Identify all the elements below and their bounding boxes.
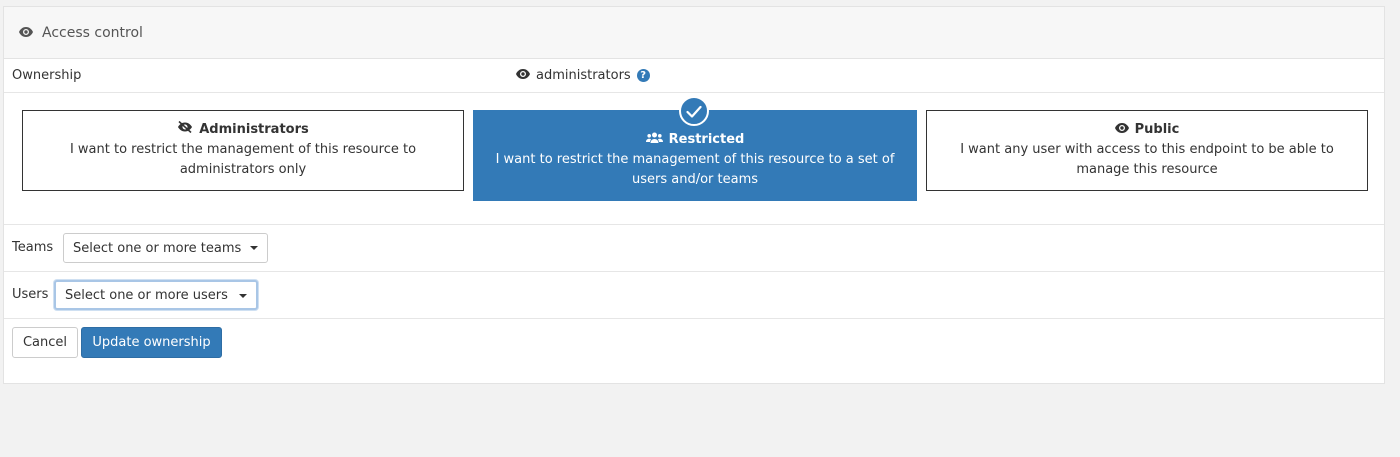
teams-row: Teams Select one or more teams bbox=[4, 225, 1384, 272]
ownership-value-text: administrators bbox=[536, 68, 631, 83]
eye-icon bbox=[516, 68, 536, 83]
option-public-label: Public bbox=[1134, 122, 1180, 137]
ownership-row: Ownership administrators ? bbox=[4, 59, 1384, 93]
form-actions: Cancel Update ownership bbox=[4, 319, 1384, 369]
option-administrators-title: Administrators bbox=[23, 120, 463, 140]
users-row: Users Select one or more users bbox=[4, 272, 1384, 319]
eye-icon bbox=[1114, 120, 1135, 140]
teams-select-placeholder: Select one or more teams bbox=[73, 240, 242, 256]
panel-title: Access control bbox=[42, 24, 143, 41]
update-ownership-button[interactable]: Update ownership bbox=[81, 327, 222, 358]
users-select-placeholder: Select one or more users bbox=[65, 287, 228, 303]
option-administrators[interactable]: Administrators I want to restrict the ma… bbox=[22, 110, 464, 191]
users-select[interactable]: Select one or more users bbox=[54, 280, 258, 310]
teams-label: Teams bbox=[12, 240, 54, 255]
option-public-description: I want any user with access to this endp… bbox=[960, 142, 1334, 177]
question-circle-icon[interactable]: ? bbox=[636, 69, 650, 82]
users-label: Users bbox=[12, 287, 49, 302]
panel-header: Access control bbox=[4, 7, 1384, 59]
option-public-title: Public bbox=[927, 120, 1367, 140]
caret-down-icon bbox=[239, 294, 247, 298]
option-restricted-label: Restricted bbox=[668, 132, 745, 147]
eye-icon bbox=[19, 25, 42, 41]
option-administrators-label: Administrators bbox=[199, 122, 309, 137]
users-icon bbox=[645, 130, 669, 150]
eye-slash-icon bbox=[177, 120, 199, 140]
option-restricted-title: Restricted bbox=[474, 130, 916, 150]
cancel-button[interactable]: Cancel bbox=[12, 327, 78, 358]
access-options: Administrators I want to restrict the ma… bbox=[4, 93, 1384, 225]
teams-select[interactable]: Select one or more teams bbox=[63, 233, 268, 263]
access-control-panel: Access control Ownership administrators … bbox=[3, 6, 1385, 384]
option-restricted-description: I want to restrict the management of thi… bbox=[495, 152, 895, 187]
ownership-label: Ownership bbox=[12, 68, 82, 83]
option-public[interactable]: Public I want any user with access to th… bbox=[926, 110, 1368, 191]
caret-down-icon bbox=[250, 246, 258, 250]
check-circle-icon bbox=[679, 96, 709, 126]
ownership-value: administrators ? bbox=[516, 68, 650, 83]
option-administrators-description: I want to restrict the management of thi… bbox=[69, 142, 417, 177]
